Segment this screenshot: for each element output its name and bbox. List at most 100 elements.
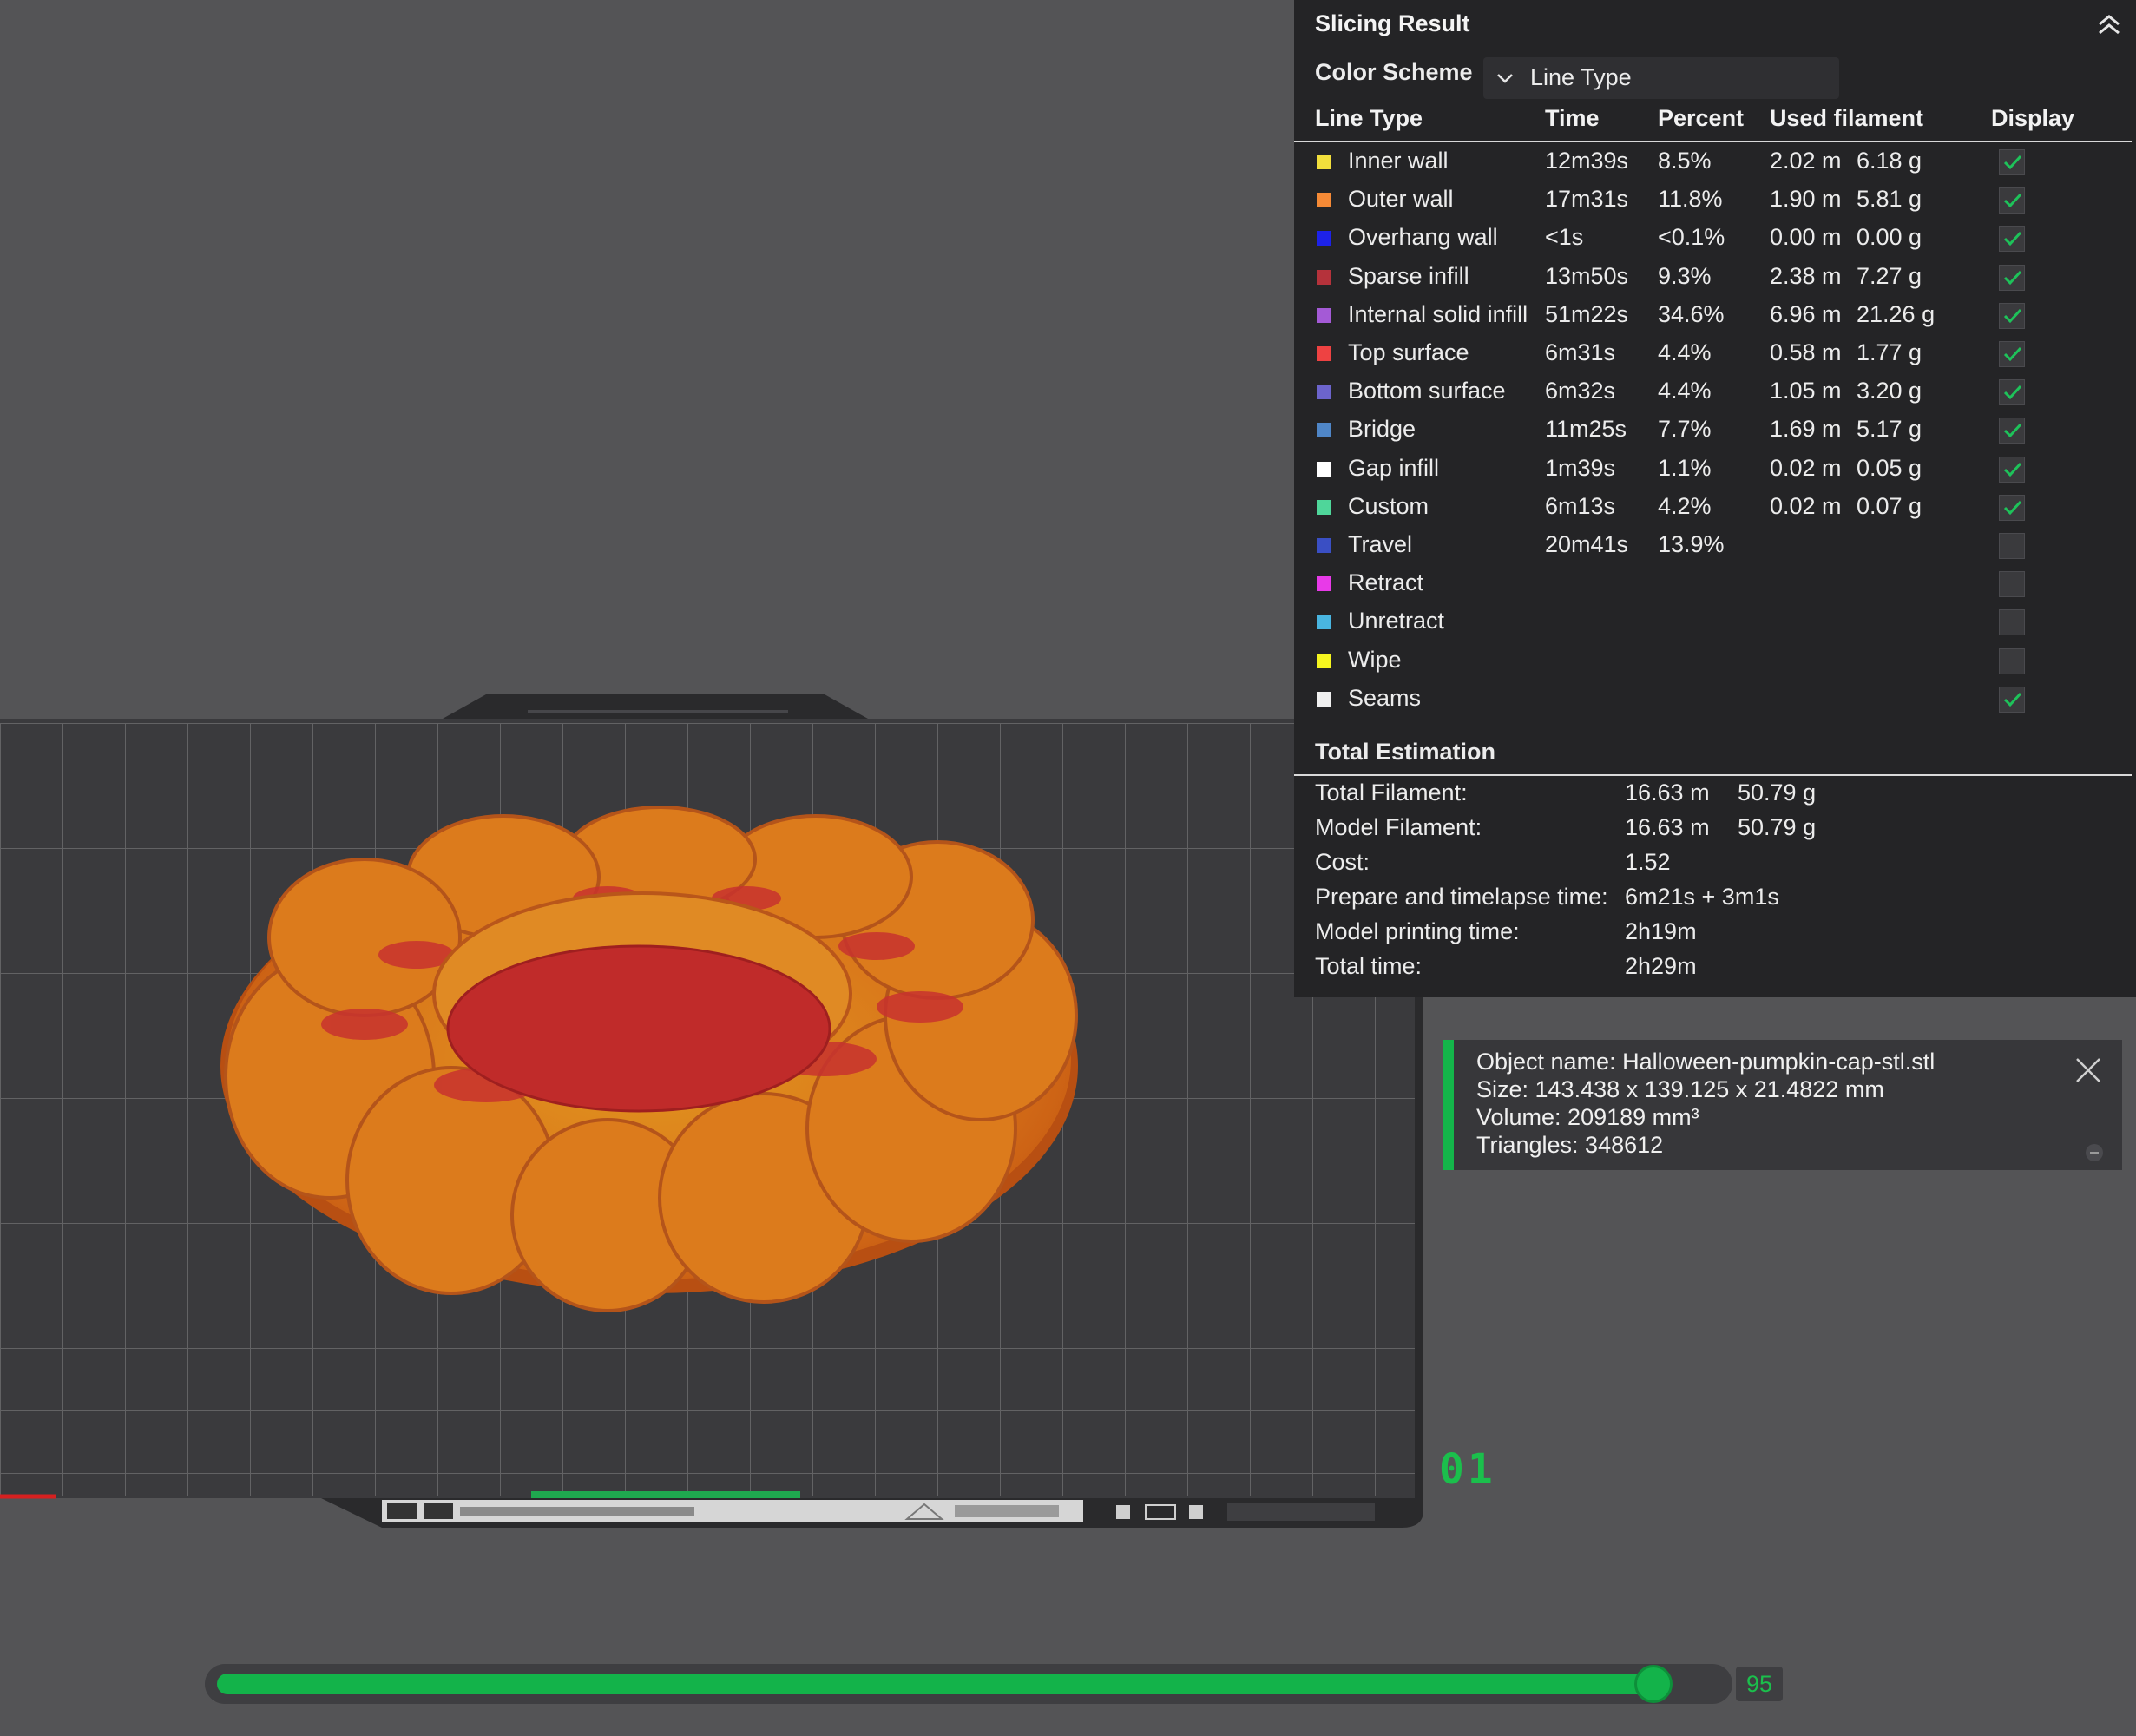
line-type-percent: 11.8% bbox=[1658, 186, 1723, 213]
display-checkbox[interactable] bbox=[1999, 571, 2025, 598]
column-header-time: Time bbox=[1545, 105, 1600, 131]
line-type-name: Overhang wall bbox=[1348, 224, 1498, 251]
display-checkbox[interactable] bbox=[1999, 226, 2025, 253]
line-type-row: Top surface 6m31s 4.4% 0.58 m 1.77 g bbox=[1294, 334, 2132, 372]
color-swatch bbox=[1317, 385, 1331, 400]
total-value: 1.52 bbox=[1625, 849, 1671, 875]
color-scheme-label: Color Scheme bbox=[1315, 59, 1473, 85]
checkmark-icon bbox=[2003, 232, 2022, 247]
display-checkbox[interactable] bbox=[1999, 609, 2025, 636]
line-type-length: 2.02 m bbox=[1770, 148, 1842, 174]
total-value-secondary: 50.79 g bbox=[1738, 779, 1817, 806]
total-label: Model printing time: bbox=[1315, 918, 1520, 944]
line-type-weight: 5.81 g bbox=[1857, 186, 1922, 213]
display-checkbox[interactable] bbox=[1999, 533, 2025, 559]
line-type-weight: 0.07 g bbox=[1857, 492, 1922, 519]
checkmark-icon bbox=[2003, 346, 2022, 362]
column-header-display: Display bbox=[1991, 105, 2075, 131]
total-label: Model Filament: bbox=[1315, 814, 1482, 840]
line-type-weight: 3.20 g bbox=[1857, 378, 1922, 404]
display-checkbox[interactable] bbox=[1999, 418, 2025, 444]
line-type-time: 11m25s bbox=[1545, 416, 1627, 443]
line-type-name: Unretract bbox=[1348, 608, 1445, 635]
line-type-time: 1m39s bbox=[1545, 454, 1616, 481]
line-type-name: Top surface bbox=[1348, 339, 1469, 365]
color-swatch bbox=[1317, 193, 1331, 208]
line-type-length: 0.00 m bbox=[1770, 224, 1842, 251]
line-type-percent: 4.4% bbox=[1658, 339, 1712, 365]
line-type-weight: 0.00 g bbox=[1857, 224, 1922, 251]
display-checkbox[interactable] bbox=[1999, 686, 2025, 713]
display-checkbox[interactable] bbox=[1999, 187, 2025, 214]
color-swatch bbox=[1317, 155, 1331, 169]
line-type-time: 17m31s bbox=[1545, 186, 1629, 213]
line-type-row: Internal solid infill 51m22s 34.6% 6.96 m 21… bbox=[1294, 296, 2132, 334]
line-type-percent: 4.4% bbox=[1658, 378, 1712, 404]
line-type-name: Inner wall bbox=[1348, 148, 1449, 174]
line-type-row: Seams bbox=[1294, 680, 2132, 718]
line-type-length: 6.96 m bbox=[1770, 300, 1842, 327]
checkmark-icon bbox=[2003, 692, 2022, 707]
line-type-row: Bridge 11m25s 7.7% 1.69 m 5.17 g bbox=[1294, 411, 2132, 449]
line-type-row: Unretract bbox=[1294, 602, 2132, 641]
color-swatch bbox=[1317, 691, 1331, 707]
panel-title: Slicing Result bbox=[1315, 10, 1470, 36]
collapse-icon[interactable] bbox=[2094, 12, 2124, 38]
total-label: Total time: bbox=[1315, 953, 1423, 979]
total-value: 2h29m bbox=[1625, 953, 1697, 979]
line-type-time: 12m39s bbox=[1545, 148, 1629, 174]
display-checkbox[interactable] bbox=[1999, 648, 2025, 674]
line-type-percent: 4.2% bbox=[1658, 492, 1712, 519]
total-label: Total Filament: bbox=[1315, 779, 1468, 806]
layer-slider-thumb[interactable] bbox=[1634, 1665, 1673, 1703]
display-checkbox[interactable] bbox=[1999, 494, 2025, 521]
line-type-row: Custom 6m13s 4.2% 0.02 m 0.07 g bbox=[1294, 488, 2132, 526]
plate-number[interactable]: 01 bbox=[1439, 1445, 1496, 1494]
color-swatch bbox=[1317, 653, 1331, 668]
line-type-name: Travel bbox=[1348, 531, 1413, 557]
line-type-name: Outer wall bbox=[1348, 186, 1454, 213]
line-type-time: <1s bbox=[1545, 224, 1584, 251]
column-header-used-filament: Used filament bbox=[1770, 105, 1924, 131]
display-checkbox[interactable] bbox=[1999, 456, 2025, 483]
line-type-length: 2.38 m bbox=[1770, 262, 1842, 289]
total-value-secondary: 50.79 g bbox=[1738, 814, 1817, 840]
line-type-name: Seams bbox=[1348, 684, 1422, 711]
line-type-time: 6m32s bbox=[1545, 378, 1616, 404]
color-scheme-select[interactable]: Line Type bbox=[1483, 57, 1839, 99]
display-checkbox[interactable] bbox=[1999, 264, 2025, 291]
object-name: Object name: Halloween-pumpkin-cap-stl.s… bbox=[1476, 1049, 1936, 1075]
total-divider bbox=[1294, 774, 2132, 776]
line-type-length: 1.69 m bbox=[1770, 416, 1842, 443]
line-type-name: Wipe bbox=[1348, 646, 1402, 673]
close-icon[interactable] bbox=[2070, 1052, 2106, 1088]
line-type-time: 6m13s bbox=[1545, 492, 1616, 519]
total-label: Prepare and timelapse time: bbox=[1315, 884, 1608, 910]
line-type-row: Inner wall 12m39s 8.5% 2.02 m 6.18 g bbox=[1294, 142, 2132, 181]
column-header-percent: Percent bbox=[1658, 105, 1745, 131]
total-value: 6m21s + 3m1s bbox=[1625, 884, 1779, 910]
color-swatch bbox=[1317, 461, 1331, 477]
display-checkbox[interactable] bbox=[1999, 302, 2025, 329]
display-checkbox[interactable] bbox=[1999, 149, 2025, 175]
line-type-length: 0.58 m bbox=[1770, 339, 1842, 365]
line-type-name: Sparse infill bbox=[1348, 262, 1469, 289]
display-checkbox[interactable] bbox=[1999, 341, 2025, 367]
line-type-percent: 34.6% bbox=[1658, 300, 1725, 327]
line-type-name: Internal solid infill bbox=[1348, 300, 1528, 327]
layer-slider-fill bbox=[217, 1674, 1653, 1694]
color-swatch bbox=[1317, 576, 1331, 592]
object-volume: Volume: 209189 mm³ bbox=[1476, 1104, 1699, 1130]
color-swatch bbox=[1317, 615, 1331, 630]
line-type-row: Overhang wall <1s <0.1% 0.00 m 0.00 g bbox=[1294, 219, 2132, 257]
checkmark-icon bbox=[2003, 385, 2022, 400]
column-header-line-type: Line Type bbox=[1315, 105, 1423, 131]
line-type-percent: 13.9% bbox=[1658, 531, 1725, 557]
display-checkbox[interactable] bbox=[1999, 379, 2025, 406]
chevron-down-icon bbox=[1497, 74, 1513, 83]
layer-slider-value[interactable]: 95 bbox=[1736, 1667, 1783, 1701]
checkmark-icon bbox=[2003, 462, 2022, 477]
color-swatch bbox=[1317, 499, 1331, 515]
total-value: 16.63 m bbox=[1625, 814, 1710, 840]
minimize-icon[interactable] bbox=[2084, 1142, 2105, 1163]
